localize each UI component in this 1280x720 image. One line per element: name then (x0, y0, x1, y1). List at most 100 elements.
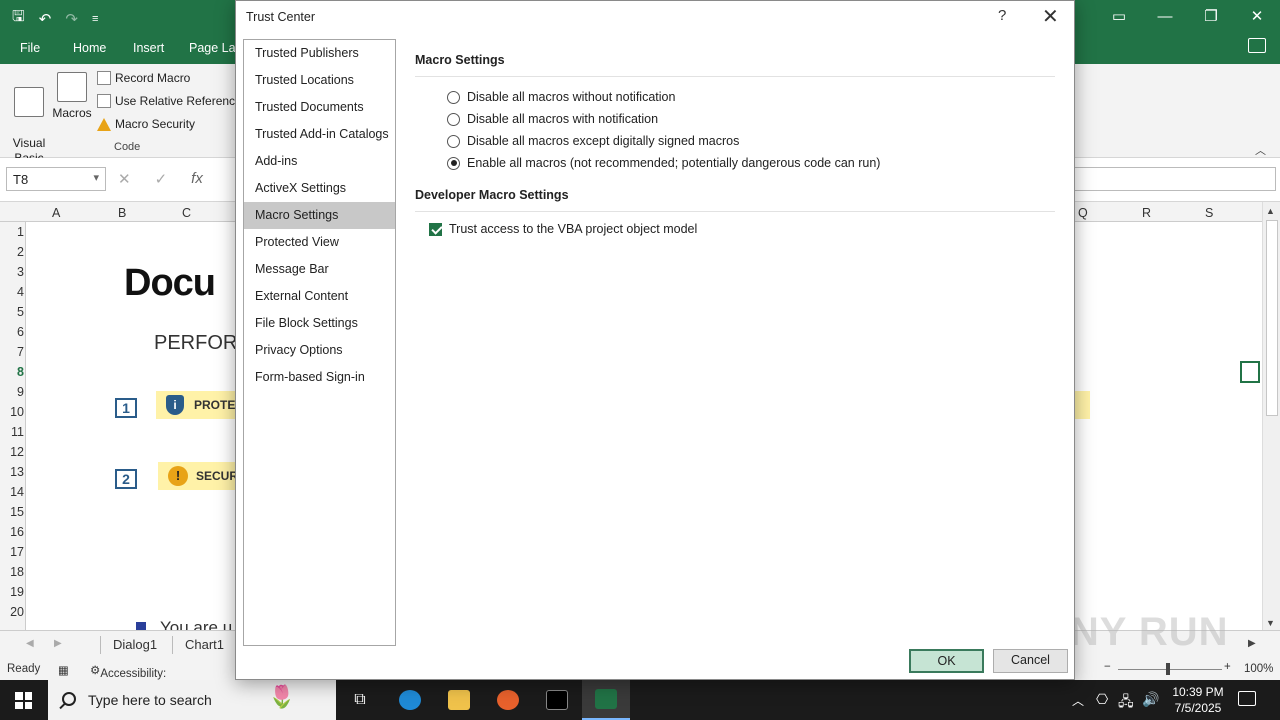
customize-qat-icon[interactable]: ≡ (92, 13, 98, 25)
scroll-up-icon[interactable]: ▲ (1266, 206, 1275, 216)
ribbon-display-icon[interactable]: ▭ (1096, 0, 1142, 32)
tab-home[interactable]: Home (73, 41, 106, 55)
nav-item-file-block-settings[interactable]: File Block Settings (244, 310, 395, 337)
zoom-slider[interactable] (1118, 669, 1222, 670)
collapse-ribbon-icon[interactable]: ︿ (1255, 142, 1266, 158)
row-header[interactable]: 9 (0, 385, 24, 399)
radio-button-selected[interactable] (447, 156, 460, 170)
insert-function-icon[interactable]: fx (191, 170, 203, 188)
nav-item-activex-settings[interactable]: ActiveX Settings (244, 175, 395, 202)
cancel-button[interactable]: Cancel (993, 649, 1068, 673)
nav-item-add-ins[interactable]: Add-ins (244, 148, 395, 175)
scroll-down-icon[interactable]: ▼ (1266, 618, 1275, 628)
vertical-scrollbar[interactable]: ▲ ▼ (1262, 202, 1280, 630)
sheet-tab-dialog1[interactable]: Dialog1 (113, 637, 157, 652)
nav-item-macro-settings[interactable]: Macro Settings (244, 202, 395, 229)
row-header[interactable]: 5 (0, 305, 24, 319)
radio-button[interactable] (447, 134, 460, 148)
column-header[interactable]: R (1142, 206, 1151, 220)
zoom-slider-knob[interactable] (1166, 663, 1170, 675)
nav-item-trusted-locations[interactable]: Trusted Locations (244, 67, 395, 94)
visual-basic-button[interactable]: Visual Basic (10, 72, 48, 166)
restore-icon[interactable]: ❐ (1188, 0, 1234, 32)
name-box[interactable]: T8 (6, 167, 106, 191)
volume-icon[interactable]: 🔊 (1142, 691, 1159, 708)
row-header[interactable]: 10 (0, 405, 24, 419)
network-icon[interactable]: 🖧 (1118, 691, 1134, 715)
zoom-out-icon[interactable]: − (1104, 661, 1111, 673)
trust-vba-checkbox-row[interactable]: Trust access to the VBA project object m… (429, 222, 697, 236)
radio-disable-no-notification[interactable]: Disable all macros without notification (447, 90, 675, 104)
row-header[interactable]: 13 (0, 465, 24, 479)
zoom-level[interactable]: 100% (1244, 663, 1273, 675)
accessibility-status[interactable]: ⚙ Accessibility: Unavailable (90, 663, 166, 692)
notifications-icon[interactable] (1238, 691, 1256, 706)
radio-disable-except-signed[interactable]: Disable all macros except digitally sign… (447, 134, 739, 148)
row-header[interactable]: 3 (0, 265, 24, 279)
zoom-in-icon[interactable]: + (1224, 661, 1231, 673)
formula-input[interactable] (1072, 167, 1276, 191)
row-header[interactable]: 6 (0, 325, 24, 339)
row-header[interactable]: 1 (0, 225, 24, 239)
radio-disable-with-notification[interactable]: Disable all macros with notification (447, 112, 658, 126)
macro-record-icon[interactable]: ▦ (58, 663, 69, 677)
nav-item-trusted-publishers[interactable]: Trusted Publishers (244, 40, 395, 67)
column-header[interactable]: A (52, 206, 60, 220)
row-header[interactable]: 16 (0, 525, 24, 539)
row-header[interactable]: 2 (0, 245, 24, 259)
close-window-icon[interactable]: ✕ (1234, 0, 1280, 32)
selected-cell[interactable] (1240, 361, 1260, 383)
save-icon[interactable]: 🖫 (12, 6, 25, 31)
close-icon[interactable]: ✕ (1042, 4, 1059, 29)
tab-file[interactable]: File (20, 41, 40, 55)
nav-item-trusted-documents[interactable]: Trusted Documents (244, 94, 395, 121)
row-header[interactable]: 19 (0, 585, 24, 599)
record-macro-button[interactable]: Record Macro (97, 71, 190, 85)
tab-insert[interactable]: Insert (133, 41, 164, 55)
nav-item-form-based-sign-in[interactable]: Form-based Sign-in (244, 364, 395, 391)
row-header[interactable]: 11 (0, 425, 24, 439)
sheet-prev-icon[interactable]: ◀ (26, 638, 34, 649)
cancel-edit-icon[interactable]: ✕ (118, 170, 131, 188)
windows-start-icon[interactable] (15, 692, 32, 709)
redo-icon[interactable]: ↷ (65, 10, 78, 28)
task-view-icon[interactable]: ⧉ (336, 680, 384, 720)
column-header[interactable]: C (182, 206, 191, 220)
use-relative-references-button[interactable]: Use Relative References (97, 94, 248, 108)
row-header[interactable]: 14 (0, 485, 24, 499)
row-header[interactable]: 18 (0, 565, 24, 579)
column-header[interactable]: B (118, 206, 126, 220)
edge-icon[interactable] (386, 680, 434, 720)
row-header[interactable]: 7 (0, 345, 24, 359)
radio-button[interactable] (447, 90, 460, 104)
help-icon[interactable]: ? (998, 7, 1006, 24)
clock[interactable]: 10:39 PM 7/5/2025 (1168, 684, 1228, 716)
taskbar-search[interactable]: Type here to search 🌷 (48, 680, 336, 720)
nav-item-external-content[interactable]: External Content (244, 283, 395, 310)
file-explorer-icon[interactable] (435, 680, 483, 720)
row-header[interactable]: 15 (0, 505, 24, 519)
row-header[interactable]: 8 (0, 365, 24, 379)
macro-security-button[interactable]: Macro Security (97, 117, 195, 131)
excel-taskbar-icon[interactable] (582, 680, 630, 720)
nav-item-trusted-add-in-catalogs[interactable]: Trusted Add-in Catalogs (244, 121, 395, 148)
hscroll-right-icon[interactable]: ▶ (1248, 638, 1256, 649)
column-header[interactable]: S (1205, 206, 1213, 220)
undo-icon[interactable]: ↶ (39, 10, 52, 28)
tray-app-icon[interactable]: ⎔ (1096, 691, 1108, 708)
scroll-thumb[interactable] (1266, 220, 1278, 416)
terminal-icon[interactable] (533, 680, 581, 720)
sheet-next-icon[interactable]: ▶ (54, 638, 62, 649)
radio-button[interactable] (447, 112, 460, 126)
firefox-icon[interactable] (484, 680, 532, 720)
row-header[interactable]: 17 (0, 545, 24, 559)
trust-vba-checkbox[interactable] (429, 222, 442, 236)
minimize-icon[interactable]: — (1142, 0, 1188, 32)
radio-enable-all-macros[interactable]: Enable all macros (not recommended; pote… (447, 156, 880, 170)
row-header[interactable]: 20 (0, 605, 24, 619)
confirm-edit-icon[interactable]: ✓ (155, 170, 168, 188)
ok-button[interactable]: OK (909, 649, 984, 673)
sheet-tab-chart1[interactable]: Chart1 (185, 637, 224, 652)
column-header[interactable]: Q (1078, 206, 1088, 220)
row-header[interactable]: 4 (0, 285, 24, 299)
